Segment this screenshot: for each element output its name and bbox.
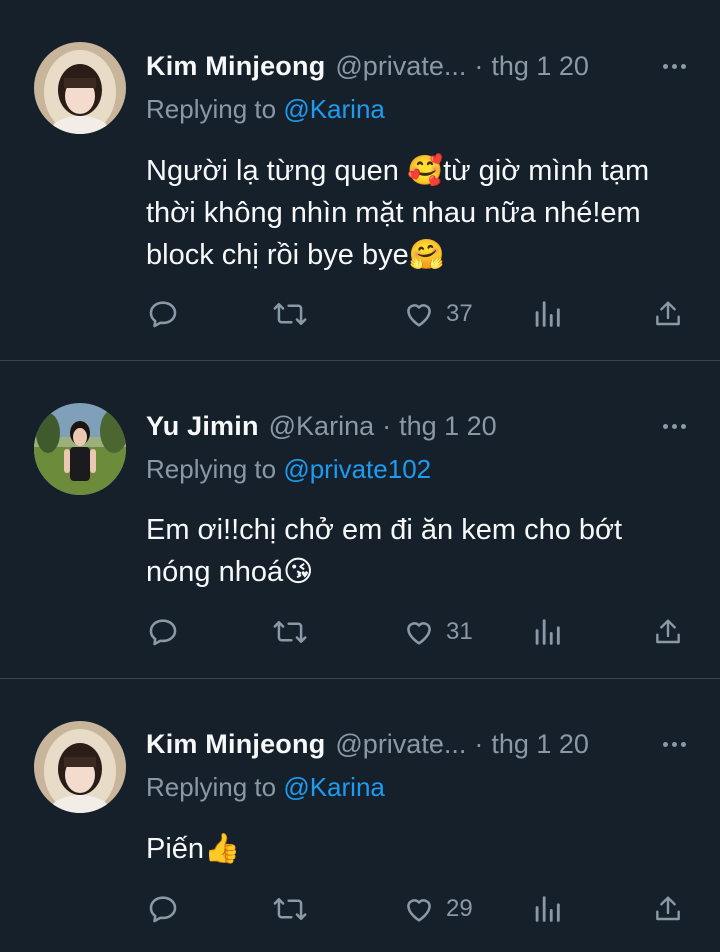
separator-dot: · xyxy=(474,50,484,81)
retweet-button[interactable] xyxy=(272,612,308,652)
avatar[interactable] xyxy=(34,721,126,813)
like-count: 37 xyxy=(446,300,473,327)
replying-to-label: Replying to xyxy=(146,94,277,124)
separator-dot: · xyxy=(474,728,484,759)
views-button[interactable] xyxy=(532,612,562,652)
views-button[interactable] xyxy=(532,294,562,334)
retweet-button[interactable] xyxy=(272,889,308,929)
tweet-2[interactable]: Yu Jimin @Karina · thg 1 20 Replying to … xyxy=(0,361,720,678)
share-button[interactable] xyxy=(652,294,684,334)
tweet-text: Piến👍 xyxy=(146,833,241,865)
more-options-icon[interactable] xyxy=(658,408,690,444)
replying-to: Replying to @Karina xyxy=(146,772,385,803)
speech-bubble-icon xyxy=(149,619,177,646)
action-bar: 37 xyxy=(146,294,686,334)
display-name[interactable]: Yu Jimin xyxy=(146,411,259,442)
share-upload-icon xyxy=(656,301,680,326)
more-options-icon[interactable] xyxy=(658,48,690,84)
mention-link[interactable]: @private102 xyxy=(283,454,431,484)
replying-to: Replying to @private102 xyxy=(146,454,431,485)
like-count: 31 xyxy=(446,618,473,645)
heart-icon xyxy=(407,899,431,922)
action-bar: 31 xyxy=(146,612,686,652)
speech-bubble-icon xyxy=(149,301,177,328)
tweet-header: Yu Jimin @Karina · thg 1 20 xyxy=(146,408,690,444)
retweet-arrows-icon xyxy=(273,621,307,643)
separator-dot: · xyxy=(382,410,392,441)
timestamp[interactable]: thg 1 20 xyxy=(491,51,589,82)
share-upload-icon xyxy=(656,619,680,644)
user-handle[interactable]: @private... xyxy=(335,51,466,82)
heart-icon xyxy=(407,304,431,327)
action-bar: 29 xyxy=(146,889,686,929)
views-button[interactable] xyxy=(532,889,562,929)
mention-link[interactable]: @Karina xyxy=(283,94,385,124)
like-count: 29 xyxy=(446,895,473,922)
mention-link[interactable]: @Karina xyxy=(283,772,385,802)
avatar[interactable] xyxy=(34,403,126,495)
bar-chart-icon xyxy=(535,896,560,922)
heart-icon xyxy=(407,622,431,645)
retweet-button[interactable] xyxy=(272,294,308,334)
share-button[interactable] xyxy=(652,612,684,652)
avatar[interactable] xyxy=(34,42,126,134)
tweet-text: Em ơi!!chị chở em đi ăn kem cho bớt nóng… xyxy=(146,514,623,588)
retweet-arrows-icon xyxy=(273,303,307,325)
timestamp[interactable]: thg 1 20 xyxy=(491,729,589,760)
tweet-header: Kim Minjeong @private... · thg 1 20 xyxy=(146,48,690,84)
timestamp[interactable]: thg 1 20 xyxy=(399,411,497,442)
tweet-1[interactable]: Kim Minjeong @private... · thg 1 20 Repl… xyxy=(0,0,720,360)
user-handle[interactable]: @private... xyxy=(335,729,466,760)
display-name[interactable]: Kim Minjeong xyxy=(146,729,325,760)
like-button[interactable]: 37 xyxy=(402,294,473,334)
user-handle[interactable]: @Karina xyxy=(269,411,374,442)
replying-to-label: Replying to xyxy=(146,454,277,484)
more-options-icon[interactable] xyxy=(658,726,690,762)
reply-button[interactable] xyxy=(146,294,180,334)
display-name[interactable]: Kim Minjeong xyxy=(146,51,325,82)
reply-button[interactable] xyxy=(146,612,180,652)
speech-bubble-icon xyxy=(149,896,177,923)
tweet-text: Người lạ từng quen 🥰từ giờ mình tạm thời… xyxy=(146,155,650,271)
bar-chart-icon xyxy=(535,619,560,645)
replying-to-label: Replying to xyxy=(146,772,277,802)
like-button[interactable]: 29 xyxy=(402,889,473,929)
replying-to: Replying to @Karina xyxy=(146,94,385,125)
share-button[interactable] xyxy=(652,889,684,929)
share-upload-icon xyxy=(656,896,680,921)
reply-button[interactable] xyxy=(146,889,180,929)
retweet-arrows-icon xyxy=(273,898,307,920)
tweet-header: Kim Minjeong @private... · thg 1 20 xyxy=(146,726,690,762)
tweet-3[interactable]: Kim Minjeong @private... · thg 1 20 Repl… xyxy=(0,679,720,952)
bar-chart-icon xyxy=(535,301,560,327)
like-button[interactable]: 31 xyxy=(402,612,473,652)
